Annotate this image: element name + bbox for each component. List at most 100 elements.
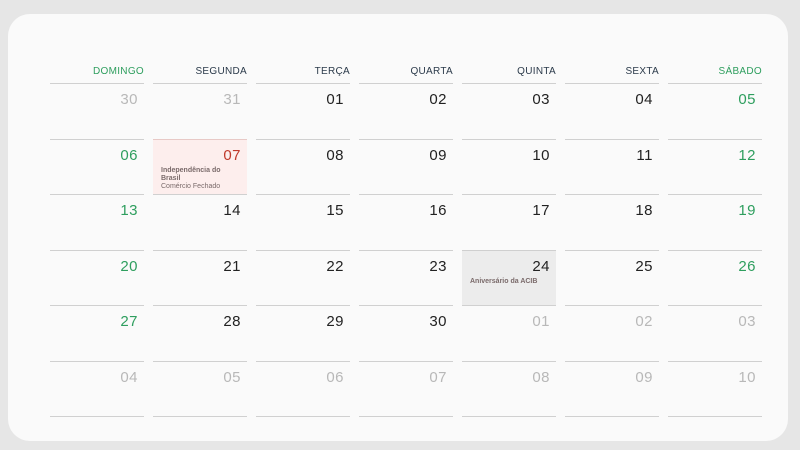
day-cell[interactable]: 28 <box>153 305 247 360</box>
day-cell[interactable]: 04 <box>50 360 144 416</box>
day-number: 24 <box>532 257 550 275</box>
day-cell[interactable]: 26 <box>668 249 762 305</box>
day-number: 31 <box>223 91 241 108</box>
grid-divider <box>462 416 556 417</box>
day-cell[interactable]: 22 <box>256 249 350 305</box>
day-cell[interactable]: 02 <box>359 83 453 138</box>
day-cell[interactable]: 08 <box>462 360 556 416</box>
day-number: 27 <box>120 313 138 330</box>
day-number: 01 <box>326 91 344 108</box>
calendar-event[interactable]: Aniversário da ACIB <box>470 278 540 286</box>
weekday-label: SEGUNDA <box>195 66 247 77</box>
grid-divider <box>153 416 247 417</box>
grid-divider <box>565 416 659 417</box>
day-number: 13 <box>120 202 138 219</box>
day-cell[interactable]: 23 <box>359 249 453 305</box>
day-number: 05 <box>223 368 241 386</box>
day-cell[interactable]: 07 <box>359 360 453 416</box>
grid-divider <box>50 416 144 417</box>
day-cell[interactable]: 09 <box>359 138 453 194</box>
day-cell[interactable]: 07 Independência do Brasil Comércio Fechad… <box>153 138 247 194</box>
day-cell[interactable]: 10 <box>462 138 556 194</box>
day-number: 09 <box>635 368 653 386</box>
day-number: 01 <box>532 313 550 330</box>
day-cell[interactable]: 01 <box>256 83 350 138</box>
day-number: 30 <box>120 91 138 108</box>
day-number: 20 <box>120 257 138 275</box>
day-number: 06 <box>326 368 344 386</box>
day-cell[interactable]: 08 <box>256 138 350 194</box>
day-number: 02 <box>635 313 653 330</box>
day-number: 17 <box>532 202 550 219</box>
day-cell[interactable]: 30 <box>359 305 453 360</box>
day-number: 02 <box>429 91 447 108</box>
day-cell[interactable]: 27 <box>50 305 144 360</box>
day-number: 04 <box>635 91 653 108</box>
day-number: 10 <box>532 146 550 164</box>
day-cell[interactable]: 05 <box>668 83 762 138</box>
day-cell[interactable]: 10 <box>668 360 762 416</box>
day-cell[interactable]: 12 <box>668 138 762 194</box>
day-cell[interactable]: 14 <box>153 194 247 249</box>
day-number: 30 <box>429 313 447 330</box>
event-title: Aniversário da ACIB <box>470 277 538 285</box>
weekday-label: QUINTA <box>517 66 556 77</box>
day-cell[interactable]: 04 <box>565 83 659 138</box>
day-number: 14 <box>223 202 241 219</box>
day-cell[interactable]: 15 <box>256 194 350 249</box>
day-cell[interactable]: 24 Aniversário da ACIB <box>462 249 556 305</box>
day-number: 26 <box>738 257 756 275</box>
day-number: 07 <box>223 146 241 164</box>
day-number: 05 <box>738 91 756 108</box>
day-cell[interactable]: 01 <box>462 305 556 360</box>
event-note: Comércio Fechado <box>161 182 221 190</box>
day-cell[interactable]: 05 <box>153 360 247 416</box>
day-cell[interactable]: 06 <box>50 138 144 194</box>
day-number: 10 <box>738 368 756 386</box>
day-number: 29 <box>326 313 344 330</box>
day-number: 07 <box>429 368 447 386</box>
weekday-label: TERÇA <box>314 66 350 77</box>
day-cell[interactable]: 29 <box>256 305 350 360</box>
day-number: 16 <box>429 202 447 219</box>
day-number: 18 <box>635 202 653 219</box>
grid-divider <box>668 416 762 417</box>
day-number: 19 <box>738 202 756 219</box>
day-cell[interactable]: 13 <box>50 194 144 249</box>
day-number: 12 <box>738 146 756 164</box>
day-number: 08 <box>532 368 550 386</box>
day-number: 08 <box>326 146 344 164</box>
day-cell[interactable]: 18 <box>565 194 659 249</box>
day-cell[interactable]: 11 <box>565 138 659 194</box>
calendar-card: DOMINGO SEGUNDA TERÇA QUARTA QUINTA SEXTA SÁBA… <box>8 14 788 441</box>
weekday-label: DOMINGO <box>93 66 144 77</box>
day-cell[interactable]: 20 <box>50 249 144 305</box>
day-cell[interactable]: 09 <box>565 360 659 416</box>
day-cell[interactable]: 19 <box>668 194 762 249</box>
day-number: 03 <box>532 91 550 108</box>
day-cell[interactable]: 25 <box>565 249 659 305</box>
weekday-header: DOMINGO SEGUNDA TERÇA QUARTA QUINTA SEXTA SÁBA… <box>50 66 762 82</box>
day-cell[interactable]: 03 <box>668 305 762 360</box>
day-cell[interactable]: 06 <box>256 360 350 416</box>
day-cell[interactable]: 21 <box>153 249 247 305</box>
day-number: 23 <box>429 257 447 275</box>
day-number: 25 <box>635 257 653 275</box>
day-cell[interactable]: 03 <box>462 83 556 138</box>
day-number: 09 <box>429 146 447 164</box>
day-number: 28 <box>223 313 241 330</box>
day-cell[interactable]: 31 <box>153 83 247 138</box>
day-cell[interactable]: 02 <box>565 305 659 360</box>
day-number: 22 <box>326 257 344 275</box>
day-number: 04 <box>120 368 138 386</box>
day-cell[interactable]: 17 <box>462 194 556 249</box>
weekday-label: SEXTA <box>625 66 659 77</box>
holiday-event[interactable]: Independência do Brasil Comércio Fechado <box>161 167 231 191</box>
day-number: 15 <box>326 202 344 219</box>
event-title: Independência do Brasil <box>161 166 221 182</box>
day-number: 06 <box>120 146 138 164</box>
day-cell[interactable]: 30 <box>50 83 144 138</box>
weekday-label: SÁBADO <box>718 66 762 77</box>
day-cell[interactable]: 16 <box>359 194 453 249</box>
day-number: 03 <box>738 313 756 330</box>
